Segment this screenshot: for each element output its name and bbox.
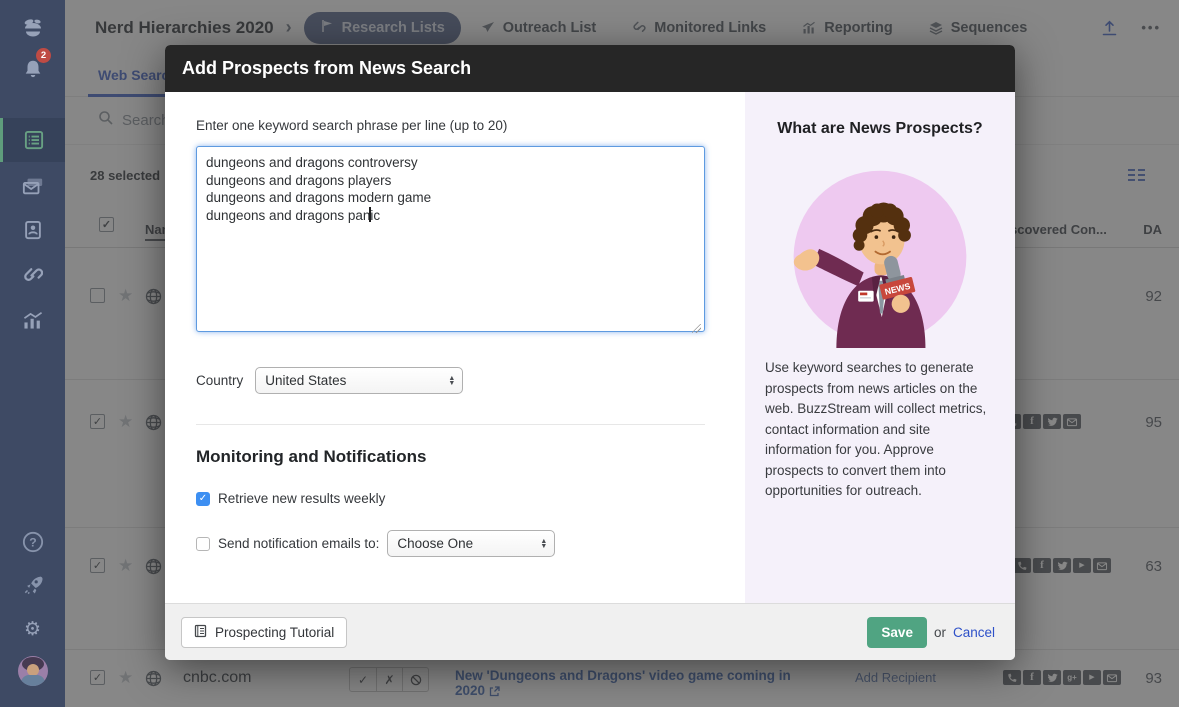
news-reporter-illustration: NEWS (793, 170, 967, 348)
monitoring-heading: Monitoring and Notifications (196, 447, 427, 466)
svg-text:?: ? (29, 535, 36, 549)
settings-gear-icon[interactable]: ⚙ (0, 611, 65, 647)
text-caret (369, 207, 371, 222)
modal-title: Add Prospects from News Search (182, 58, 472, 78)
weekly-label: Retrieve new results weekly (218, 491, 386, 506)
info-body: Use keyword searches to generate prospec… (765, 360, 987, 499)
save-button[interactable]: Save (867, 616, 927, 648)
keywords-instructions: Enter one keyword search phrase per line… (196, 118, 508, 133)
sidebar-item-links[interactable] (0, 256, 65, 292)
info-heading: What are News Prospects? (777, 120, 983, 137)
notify-select[interactable]: Choose One ▲ ▼ (387, 530, 556, 557)
sidebar-item-lists-active[interactable] (0, 118, 65, 162)
add-prospects-modal: Add Prospects from News Search Enter one… (165, 45, 1015, 660)
notify-checkbox[interactable] (196, 536, 210, 551)
sidebar-item-outreach[interactable] (0, 168, 65, 204)
select-arrows-icon: ▲ ▼ (540, 537, 548, 550)
keywords-field-wrap: dungeons and dragons controversy dungeon… (196, 146, 705, 337)
modal-footer: Prospecting Tutorial Save or Cancel (165, 603, 1015, 660)
help-icon[interactable]: ? (0, 524, 65, 560)
notifications-bell-icon[interactable]: 2 (0, 48, 65, 88)
modal-header: Add Prospects from News Search (165, 45, 1015, 92)
notify-label: Send notification emails to: (218, 536, 380, 551)
app-screen: Nerd Hierarchies 2020 › Research Lists O… (0, 0, 1179, 707)
keywords-textarea[interactable]: dungeons and dragons controversy dungeon… (196, 146, 705, 332)
weekly-checkbox[interactable] (196, 491, 210, 506)
prospecting-tutorial-button[interactable]: Prospecting Tutorial (181, 616, 348, 648)
cancel-link[interactable]: Cancel (953, 625, 995, 640)
sidebar: 2 ? ⚙ (0, 0, 65, 707)
country-select[interactable]: United States ▲ ▼ (255, 367, 464, 394)
info-panel: What are News Prospects? NEWS Use keywor… (745, 92, 1015, 603)
list-icon (3, 118, 65, 162)
notify-value: Choose One (397, 536, 474, 551)
country-value: United States (265, 373, 347, 388)
user-avatar[interactable] (0, 653, 65, 689)
tutorial-label: Prospecting Tutorial (215, 624, 335, 640)
or-text: or (933, 624, 946, 640)
book-icon (194, 624, 207, 641)
notification-badge: 2 (36, 48, 51, 63)
sidebar-item-reports[interactable] (0, 302, 65, 338)
country-label: Country (196, 373, 244, 388)
modal-form: Enter one keyword search phrase per line… (165, 92, 745, 603)
rocket-icon[interactable] (0, 567, 65, 603)
select-arrows-icon: ▲ ▼ (448, 374, 456, 387)
section-divider (196, 424, 705, 425)
buzzstream-logo-icon[interactable] (0, 10, 65, 46)
sidebar-item-contacts[interactable] (0, 212, 65, 248)
